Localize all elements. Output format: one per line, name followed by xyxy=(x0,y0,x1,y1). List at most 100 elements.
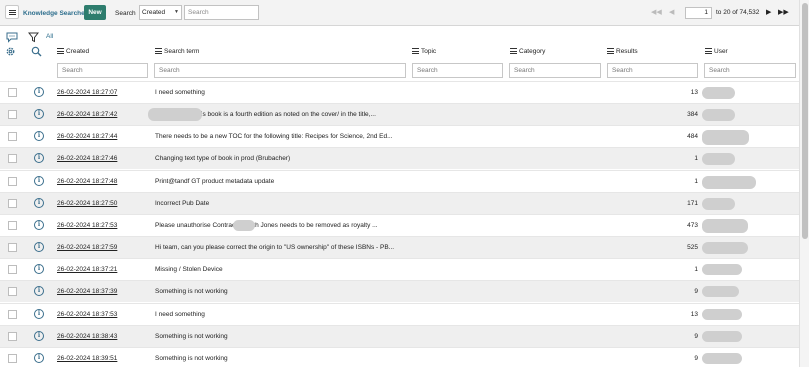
column-menu-icon[interactable] xyxy=(412,48,419,54)
search-input[interactable]: Search xyxy=(184,5,259,20)
column-search-topic[interactable]: Search xyxy=(412,63,503,78)
column-menu-icon[interactable] xyxy=(155,48,162,54)
column-header-user[interactable]: User xyxy=(705,48,728,58)
column-search-created[interactable]: Search xyxy=(57,63,148,78)
table-row[interactable]: i 26-02-2024 18:27:42 is book is a fourth … xyxy=(0,103,799,126)
redacted-user-cell xyxy=(702,242,748,255)
created-link[interactable]: 26-02-2024 18:27:07 xyxy=(57,89,117,96)
page-number-input[interactable]: 1 xyxy=(685,7,712,19)
column-menu-icon[interactable] xyxy=(705,48,712,54)
info-circle-icon[interactable]: i xyxy=(34,109,44,120)
created-link[interactable]: 26-02-2024 18:27:48 xyxy=(57,178,117,185)
info-circle-icon[interactable]: i xyxy=(34,197,44,208)
last-page-icon[interactable]: ▶▶ xyxy=(778,8,789,16)
row-select-checkbox[interactable] xyxy=(8,198,17,208)
scrollbar-thumb[interactable] xyxy=(802,3,808,239)
info-circle-icon[interactable]: i xyxy=(34,264,44,275)
filter-breadcrumb-all[interactable]: All xyxy=(46,33,53,40)
search-field-select[interactable]: Created ▼ xyxy=(139,5,182,20)
table-row[interactable]: i 26-02-2024 18:38:43 Something is not wor… xyxy=(0,324,799,347)
search-term-cell: Please unauthorise Contract Gareth Jones… xyxy=(155,221,378,229)
results-cell: 13 xyxy=(690,310,698,318)
created-link[interactable]: 26-02-2024 18:27:44 xyxy=(57,133,117,140)
info-circle-icon[interactable]: i xyxy=(34,242,44,253)
search-term-cell: Changing text type of book in prod (Brub… xyxy=(155,155,291,163)
row-select-checkbox[interactable] xyxy=(8,309,17,319)
row-select-checkbox[interactable] xyxy=(8,265,17,275)
column-search-user[interactable]: Search xyxy=(704,63,796,78)
redacted-user-cell xyxy=(702,352,742,364)
table-row[interactable]: i 26-02-2024 18:37:39 Something is not wor… xyxy=(0,280,799,303)
row-select-checkbox[interactable] xyxy=(8,132,17,142)
search-term-cell: Something is not working xyxy=(155,354,228,362)
column-header-search-term[interactable]: Search term xyxy=(155,48,199,58)
list-title[interactable]: Knowledge Searches xyxy=(23,10,88,17)
filter-funnel-icon[interactable] xyxy=(28,32,39,43)
redacted-user-cell xyxy=(702,197,735,210)
created-link[interactable]: 26-02-2024 18:37:53 xyxy=(57,311,117,318)
redacted-text xyxy=(233,219,255,231)
table-row[interactable]: i 26-02-2024 18:27:59 Hi team, can you ple… xyxy=(0,236,799,259)
redacted-user-cell xyxy=(702,286,739,298)
created-link[interactable]: 26-02-2024 18:27:53 xyxy=(57,222,117,229)
next-page-icon[interactable]: ▶ xyxy=(766,8,771,16)
table-row[interactable]: i 26-02-2024 18:27:07 I need something 13 xyxy=(0,81,799,103)
row-select-checkbox[interactable] xyxy=(8,331,17,341)
created-link[interactable]: 26-02-2024 18:37:21 xyxy=(57,266,117,273)
redacted-user-cell xyxy=(702,330,742,342)
vertical-scrollbar[interactable] xyxy=(799,0,809,367)
table-row[interactable]: i 26-02-2024 18:39:51 Something is not wor… xyxy=(0,346,799,367)
results-cell: 384 xyxy=(687,111,698,119)
row-select-checkbox[interactable] xyxy=(8,243,17,253)
results-cell: 473 xyxy=(687,221,698,229)
first-page-icon[interactable]: ◀◀ xyxy=(651,8,662,16)
info-circle-icon[interactable]: i xyxy=(34,352,44,363)
info-circle-icon[interactable]: i xyxy=(34,87,44,97)
row-select-checkbox[interactable] xyxy=(8,176,17,186)
created-link[interactable]: 26-02-2024 18:39:51 xyxy=(57,355,117,362)
column-header-category[interactable]: Category xyxy=(510,48,545,58)
column-search-results[interactable]: Search xyxy=(607,63,698,78)
table-row[interactable]: i 26-02-2024 18:27:48 Print@tandf GT produ… xyxy=(0,169,799,192)
info-circle-icon[interactable]: i xyxy=(34,219,44,230)
row-select-checkbox[interactable] xyxy=(8,154,17,164)
table-row[interactable]: i 26-02-2024 18:27:50 Incorrect Pub Date 17… xyxy=(0,191,799,214)
chat-bubble-icon[interactable] xyxy=(6,32,18,43)
table-row[interactable]: i 26-02-2024 18:37:21 Missing / Stolen Dev… xyxy=(0,258,799,280)
search-icon[interactable] xyxy=(31,46,42,57)
column-header-created[interactable]: Created xyxy=(57,48,89,58)
column-header-results[interactable]: Results xyxy=(607,48,638,58)
column-menu-icon[interactable] xyxy=(510,48,517,54)
column-menu-icon[interactable] xyxy=(607,48,614,54)
hamburger-menu-icon xyxy=(9,10,16,11)
list-menu-button[interactable] xyxy=(5,5,19,19)
gear-icon[interactable] xyxy=(5,46,16,57)
info-circle-icon[interactable]: i xyxy=(34,308,44,319)
info-circle-icon[interactable]: i xyxy=(34,175,44,186)
table-row[interactable]: i 26-02-2024 18:27:44 There needs to be a … xyxy=(0,125,799,147)
created-link[interactable]: 26-02-2024 18:27:50 xyxy=(57,200,117,207)
created-link[interactable]: 26-02-2024 18:27:59 xyxy=(57,244,117,251)
column-search-category[interactable]: Search xyxy=(509,63,601,78)
info-circle-icon[interactable]: i xyxy=(34,153,44,164)
info-circle-icon[interactable]: i xyxy=(34,131,44,142)
column-menu-icon[interactable] xyxy=(57,48,64,54)
column-header-topic[interactable]: Topic xyxy=(412,48,436,58)
table-row[interactable]: i 26-02-2024 18:27:53 Please unauthorise C… xyxy=(0,213,799,236)
row-select-checkbox[interactable] xyxy=(8,110,17,120)
table-row[interactable]: i 26-02-2024 18:27:46 Changing text type o… xyxy=(0,147,799,170)
created-link[interactable]: 26-02-2024 18:38:43 xyxy=(57,333,117,340)
created-link[interactable]: 26-02-2024 18:37:39 xyxy=(57,288,117,295)
column-search-search-term[interactable]: Search xyxy=(154,63,406,78)
row-select-checkbox[interactable] xyxy=(8,220,17,230)
previous-page-icon[interactable]: ◀ xyxy=(669,8,674,16)
table-row[interactable]: i 26-02-2024 18:37:53 I need something 13 xyxy=(0,302,799,325)
new-button[interactable]: New xyxy=(84,5,106,20)
created-link[interactable]: 26-02-2024 18:27:42 xyxy=(57,111,117,118)
row-select-checkbox[interactable] xyxy=(8,353,17,363)
created-link[interactable]: 26-02-2024 18:27:46 xyxy=(57,155,117,162)
info-circle-icon[interactable]: i xyxy=(34,286,44,297)
info-circle-icon[interactable]: i xyxy=(34,330,44,341)
row-select-checkbox[interactable] xyxy=(8,88,17,97)
row-select-checkbox[interactable] xyxy=(8,287,17,297)
